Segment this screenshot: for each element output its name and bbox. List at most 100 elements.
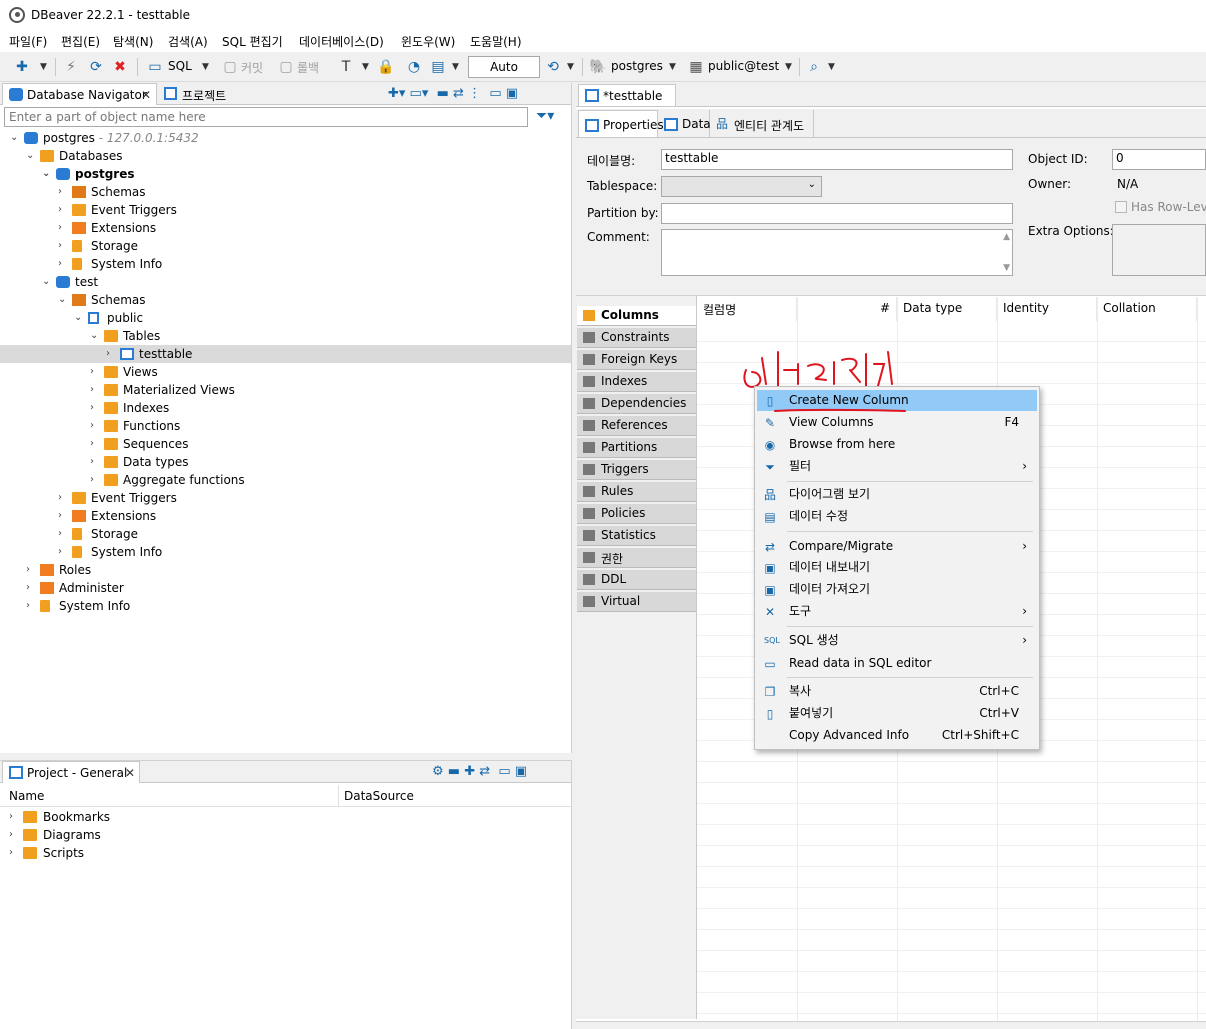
tab-data[interactable]: Data	[658, 110, 711, 137]
menu-item-import-data[interactable]: ▣ 데이터 가져오기	[757, 579, 1037, 600]
object-filter-input[interactable]: Enter a part of object name here	[4, 107, 528, 127]
col-datasource[interactable]: DataSource	[344, 789, 414, 803]
statistics-icon	[583, 530, 595, 541]
menu-edit[interactable]: 편집(E)	[61, 33, 100, 50]
menu-item-edit-data[interactable]: ▤ 데이터 수정	[757, 506, 1037, 527]
menu-item-copy-advanced-info[interactable]: Copy Advanced Info Ctrl+Shift+C	[757, 725, 1037, 746]
menu-item-browse-from-here[interactable]: ◉ Browse from here	[757, 434, 1037, 455]
sql-editor-icon[interactable]: ▭	[146, 58, 164, 76]
navigator-tabbar: Database Navigator ✕ 프로젝트 ✚▾ ▭▾ ▬ ⇄ ⋮ ▭ …	[0, 83, 571, 105]
lock-icon[interactable]: 🔒	[377, 58, 395, 76]
side-tab-partitions[interactable]: Partitions	[577, 438, 696, 458]
new-connection-icon[interactable]: ✚	[13, 58, 31, 76]
reconnect-icon[interactable]: ⟳	[87, 58, 105, 76]
menu-file[interactable]: 파일(F)	[9, 33, 47, 50]
history-icon[interactable]: ⟲	[544, 58, 562, 76]
tablespace-select[interactable]: ⌄	[661, 176, 822, 197]
side-tab-policies[interactable]: Policies	[577, 504, 696, 524]
active-datasource[interactable]: postgres	[611, 59, 663, 73]
col-header-data-type[interactable]: Data type	[897, 297, 997, 321]
tab-project[interactable]: 프로젝트	[158, 83, 238, 105]
side-tab-references[interactable]: References	[577, 416, 696, 436]
new-connection-dropdown[interactable]: ▼	[40, 60, 48, 74]
sql-button-label[interactable]: SQL	[168, 59, 192, 73]
transaction-mode-icon[interactable]: T	[337, 58, 355, 76]
tab-project-general[interactable]: Project - General ✕	[2, 761, 140, 783]
disconnect-icon[interactable]: ✖	[111, 58, 129, 76]
menu-database[interactable]: 데이터베이스(D)	[299, 33, 384, 50]
owner-value: N/A	[1117, 177, 1139, 191]
transaction-mode-field[interactable]: Auto	[468, 56, 540, 78]
active-schema[interactable]: public@test	[708, 59, 779, 73]
menu-navigate[interactable]: 탐색(N)	[113, 33, 153, 50]
side-tab-indexes[interactable]: Indexes	[577, 372, 696, 392]
menu-item-read-data-in-sql-editor[interactable]: ▭ Read data in SQL editor	[757, 653, 1037, 674]
menu-item-paste[interactable]: ▯ 붙여넣기 Ctrl+V	[757, 703, 1037, 724]
partition-field[interactable]	[661, 203, 1013, 224]
table-name-field[interactable]: testtable	[661, 149, 1013, 170]
menu-item-filter[interactable]: ⏷ 필터 ›	[757, 456, 1037, 477]
side-tab-triggers[interactable]: Triggers	[577, 460, 696, 480]
sql-dropdown[interactable]: ▼	[202, 60, 210, 74]
dashboard-icon[interactable]: ◔	[405, 58, 423, 76]
schema-dropdown[interactable]: ▼	[785, 60, 793, 74]
side-tab-permissions[interactable]: 권한	[577, 548, 696, 568]
dependencies-icon	[583, 398, 595, 409]
tasks-dropdown[interactable]: ▼	[452, 60, 460, 74]
filter-icon[interactable]: ⏷▾	[536, 108, 554, 124]
search-icon[interactable]: ⌕	[805, 58, 823, 76]
project-tools[interactable]: ⚙ ▬ ✚ ⇄ ▭ ▣	[432, 764, 527, 779]
scroll-up-icon[interactable]: ▲	[1003, 232, 1010, 242]
comment-label: Comment:	[587, 230, 650, 244]
extra-options-label: Extra Options:	[1028, 224, 1114, 238]
menu-search[interactable]: 검색(A)	[168, 33, 208, 50]
sequences-folder-icon	[104, 438, 118, 450]
datasource-dropdown[interactable]: ▼	[669, 60, 677, 74]
menu-item-copy[interactable]: ❐ 복사 Ctrl+C	[757, 681, 1037, 702]
history-dropdown[interactable]: ▼	[567, 60, 575, 74]
scroll-down-icon[interactable]: ▼	[1003, 263, 1010, 273]
navigator-tools[interactable]: ✚▾ ▭▾ ▬ ⇄ ⋮ ▭ ▣	[388, 86, 518, 101]
object-id-field[interactable]: 0	[1112, 149, 1206, 170]
menu-sql-editor[interactable]: SQL 편집기	[222, 33, 283, 50]
close-icon[interactable]: ✕	[125, 766, 135, 780]
col-header-collation[interactable]: Collation	[1097, 297, 1197, 321]
col-header-name[interactable]: 컬럼명	[697, 297, 797, 321]
side-tab-statistics[interactable]: Statistics	[577, 526, 696, 546]
row-level-checkbox[interactable]	[1115, 201, 1127, 213]
col-header-number[interactable]: #	[797, 297, 897, 321]
menu-item-tools[interactable]: ✕ 도구 ›	[757, 601, 1037, 622]
side-tab-foreign-keys[interactable]: Foreign Keys	[577, 350, 696, 370]
system-info-icon	[72, 546, 82, 558]
menu-item-export-data[interactable]: ▣ 데이터 내보내기	[757, 557, 1037, 578]
close-icon[interactable]: ✕	[141, 88, 151, 102]
tab-properties[interactable]: Properties	[578, 110, 664, 137]
extra-options-field[interactable]	[1112, 224, 1206, 276]
side-tab-constraints[interactable]: Constraints	[577, 328, 696, 348]
menu-help[interactable]: 도움말(H)	[470, 33, 522, 50]
transaction-mode-dropdown[interactable]: ▼	[362, 60, 370, 74]
filter-placeholder: Enter a part of object name here	[9, 110, 206, 124]
search-dropdown[interactable]: ▼	[828, 60, 836, 74]
connect-icon[interactable]: ⚡	[62, 58, 80, 76]
menu-item-view-columns[interactable]: ✎ View Columns F4	[757, 412, 1037, 433]
comment-field[interactable]: ▲ ▼	[661, 229, 1013, 276]
side-tab-columns[interactable]: Columns	[577, 306, 696, 326]
export-icon: ▣	[764, 561, 776, 575]
menu-item-compare-migrate[interactable]: ⇄ Compare/Migrate ›	[757, 536, 1037, 557]
side-tab-ddl[interactable]: DDL	[577, 570, 696, 590]
tab-testtable[interactable]: *testtable	[578, 84, 676, 106]
menu-item-view-diagram[interactable]: 品 다이어그램 보기	[757, 484, 1037, 505]
side-tab-rules[interactable]: Rules	[577, 482, 696, 502]
tables-folder-icon	[104, 330, 118, 342]
storage-icon	[72, 528, 82, 540]
col-header-identity[interactable]: Identity	[997, 297, 1097, 321]
tab-er-diagram[interactable]: 品 엔티티 관계도	[710, 110, 814, 137]
side-tab-virtual[interactable]: Virtual	[577, 592, 696, 612]
tab-database-navigator[interactable]: Database Navigator ✕	[2, 83, 157, 105]
menu-item-generate-sql[interactable]: SQL SQL 생성 ›	[757, 630, 1037, 651]
col-name[interactable]: Name	[9, 789, 44, 803]
menu-window[interactable]: 윈도우(W)	[401, 33, 455, 50]
tasks-icon[interactable]: ▤	[429, 58, 447, 76]
side-tab-dependencies[interactable]: Dependencies	[577, 394, 696, 414]
